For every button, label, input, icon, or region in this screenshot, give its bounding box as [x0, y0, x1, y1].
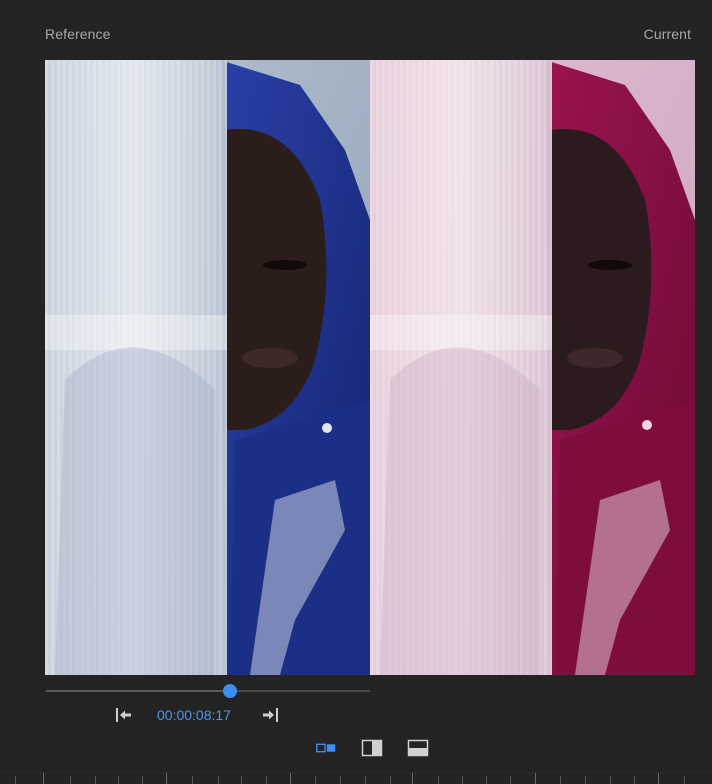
horizontal-split-view-button[interactable] — [406, 736, 430, 760]
reference-viewer[interactable] — [45, 60, 370, 675]
current-frame-image — [370, 60, 695, 675]
go-to-previous-edit-button[interactable] — [112, 703, 136, 727]
reference-label: Reference — [45, 26, 111, 42]
comparison-view-modes — [314, 736, 434, 758]
ruler-tick — [43, 773, 44, 784]
ruler-tick — [412, 773, 413, 784]
scrubber-progress — [46, 690, 230, 692]
ruler-tick — [535, 773, 536, 784]
timecode-display[interactable]: 00:00:08:17 — [157, 707, 231, 723]
go-to-next-edit-button[interactable] — [258, 703, 282, 727]
playhead-scrubber-track[interactable] — [46, 684, 370, 698]
transport-controls: 00:00:08:17 — [110, 703, 290, 727]
go-to-next-edit-icon — [263, 708, 278, 722]
ruler-tick — [658, 773, 659, 784]
playhead-handle[interactable] — [223, 684, 237, 698]
vertical-split-view-icon — [361, 739, 383, 757]
vertical-split-view-button[interactable] — [360, 736, 384, 760]
current-viewer[interactable] — [370, 60, 695, 675]
ruler-tick — [290, 773, 291, 784]
side-by-side-view-icon — [316, 743, 336, 753]
ruler-tick — [166, 773, 167, 784]
go-to-previous-edit-icon — [116, 708, 131, 722]
current-label: Current — [643, 26, 691, 42]
side-by-side-view-button[interactable] — [314, 736, 338, 760]
reference-frame-image — [45, 60, 370, 675]
timeline-ruler[interactable] — [0, 772, 712, 784]
horizontal-split-view-icon — [407, 739, 429, 757]
